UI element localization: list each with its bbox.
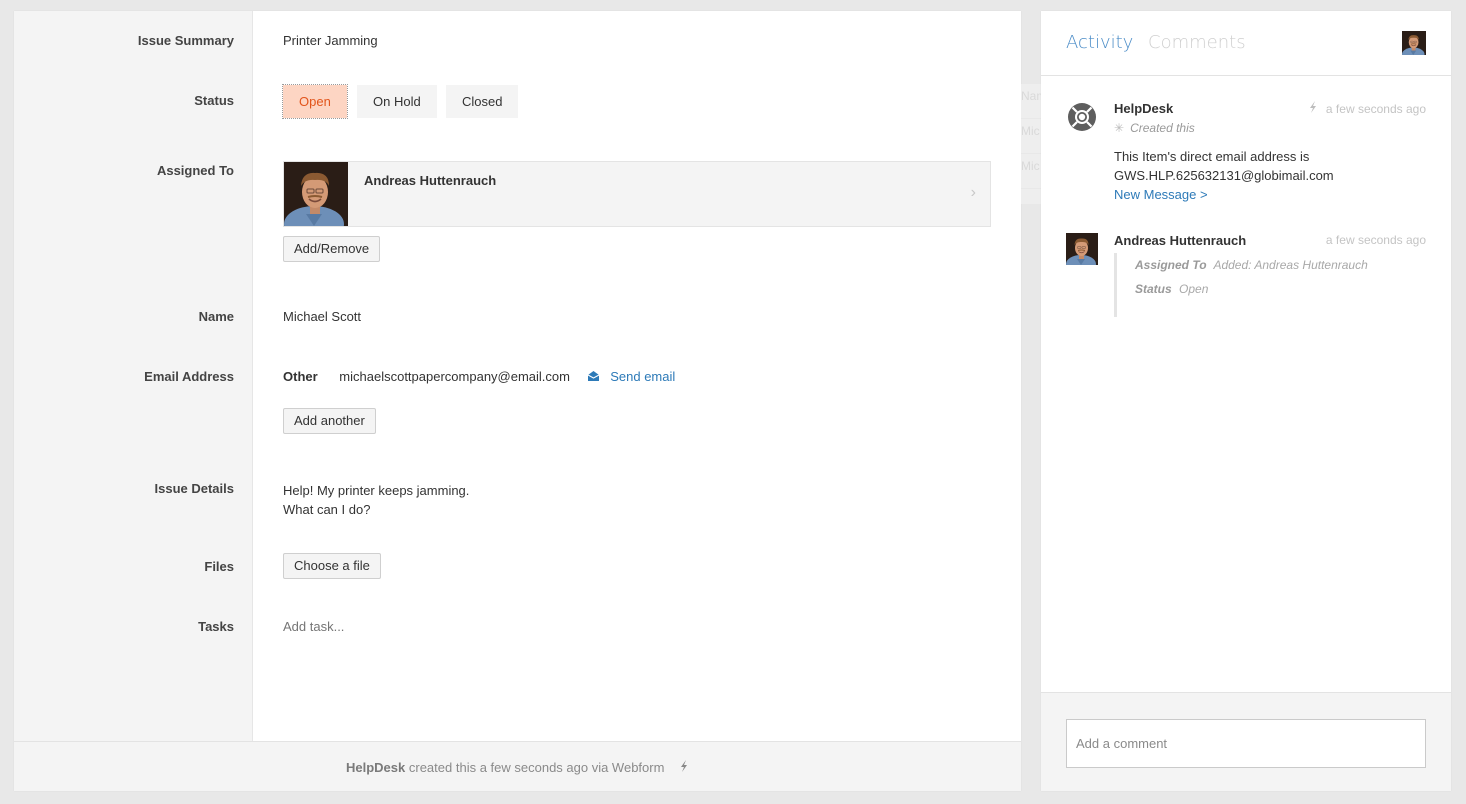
issue-summary-label: Issue Summary bbox=[137, 33, 234, 48]
activity-changes: Assigned To Added: Andreas Huttenrauch S… bbox=[1114, 253, 1414, 317]
name-value[interactable]: Michael Scott bbox=[283, 309, 361, 324]
field-labels-column: Issue Summary Status Assigned To Name Em… bbox=[14, 11, 253, 741]
change-field: Status bbox=[1135, 282, 1172, 296]
assigned-to-label: Assigned To bbox=[156, 163, 234, 178]
files-label: Files bbox=[204, 559, 234, 574]
issue-details-label: Issue Details bbox=[154, 481, 235, 496]
status-closed-button[interactable]: Closed bbox=[446, 85, 519, 118]
issue-details-value[interactable]: Help! My printer keeps jamming. What can… bbox=[283, 481, 469, 519]
activity-author: Andreas Huttenrauch bbox=[1114, 233, 1247, 248]
change-value: Open bbox=[1179, 282, 1209, 296]
current-user-avatar[interactable] bbox=[1402, 31, 1426, 55]
activity-message-line: This Item's direct email address is bbox=[1114, 149, 1310, 164]
ghost-row: Nam bbox=[1021, 84, 1041, 119]
envelope-open-icon bbox=[587, 371, 599, 384]
status-label: Status bbox=[194, 93, 234, 108]
change-row: Status Open bbox=[1135, 277, 1414, 301]
tab-comments[interactable]: Comments bbox=[1148, 32, 1246, 53]
activity-action: ✳ Created this bbox=[1114, 121, 1195, 135]
ghost-row: Mic bbox=[1021, 154, 1041, 189]
tab-activity[interactable]: Activity bbox=[1066, 32, 1133, 53]
name-label: Name bbox=[198, 309, 234, 324]
activity-item: HelpDesk a few seconds ago ✳ Created this… bbox=[1066, 101, 1426, 211]
add-comment-input[interactable] bbox=[1066, 719, 1426, 768]
chevron-right-icon: › bbox=[970, 184, 976, 201]
assignee-name: Andreas Huttenrauch bbox=[364, 173, 497, 188]
lightning-icon bbox=[1309, 101, 1320, 116]
email-value[interactable]: michaelscottpapercompany@email.com bbox=[339, 369, 570, 384]
change-value: Added: Andreas Huttenrauch bbox=[1213, 258, 1368, 272]
footer-description: created this a few seconds ago via Webfo… bbox=[408, 760, 665, 775]
lifebuoy-icon bbox=[1066, 101, 1098, 133]
email-address-label: Email Address bbox=[144, 369, 234, 384]
ghost-row: Mic bbox=[1021, 119, 1041, 154]
panel-header: Activity Comments bbox=[1041, 11, 1451, 76]
tasks-label: Tasks bbox=[198, 619, 234, 634]
email-row: Other michaelscottpapercompany@email.com… bbox=[283, 369, 675, 384]
activity-time: a few seconds ago bbox=[1325, 233, 1426, 247]
new-message-link[interactable]: New Message > bbox=[1114, 187, 1208, 202]
activity-message: This Item's direct email address is GWS.… bbox=[1114, 147, 1334, 204]
lightning-icon bbox=[680, 760, 688, 775]
background-list-peek: Nam Mic Mic bbox=[1021, 84, 1041, 204]
activity-item: Andreas Huttenrauch a few seconds ago As… bbox=[1066, 233, 1426, 323]
footer-author: HelpDesk bbox=[346, 760, 406, 775]
email-type: Other bbox=[283, 369, 318, 384]
status-open-button[interactable]: Open bbox=[282, 84, 348, 119]
activity-time-text: a few seconds ago bbox=[1325, 102, 1426, 116]
change-field: Assigned To bbox=[1135, 258, 1207, 272]
change-row: Assigned To Added: Andreas Huttenrauch bbox=[1135, 253, 1414, 277]
created-by-text: HelpDesk created this a few seconds ago … bbox=[346, 760, 688, 775]
send-email-link[interactable]: Send email bbox=[610, 369, 675, 384]
assignee-avatar bbox=[284, 162, 348, 226]
sparkle-icon: ✳ bbox=[1114, 121, 1125, 135]
add-task-input[interactable] bbox=[283, 619, 583, 634]
issue-details-line: What can I do? bbox=[283, 502, 371, 517]
add-another-email-button[interactable]: Add another bbox=[283, 408, 376, 434]
activity-time: a few seconds ago bbox=[1309, 101, 1426, 116]
form-footer: HelpDesk created this a few seconds ago … bbox=[14, 741, 1021, 791]
issue-form-card: Issue Summary Status Assigned To Name Em… bbox=[14, 11, 1021, 791]
andreas-avatar bbox=[1066, 233, 1098, 265]
assignee-card[interactable]: Andreas Huttenrauch › bbox=[283, 161, 991, 227]
comment-area bbox=[1041, 692, 1451, 791]
activity-message-line: GWS.HLP.625632131@globimail.com bbox=[1114, 168, 1334, 183]
activity-panel: Activity Comments HelpDesk a few seconds… bbox=[1041, 11, 1451, 791]
issue-summary-value[interactable]: Printer Jamming bbox=[283, 33, 378, 48]
activity-author: HelpDesk bbox=[1114, 101, 1174, 116]
add-remove-button[interactable]: Add/Remove bbox=[283, 236, 381, 262]
issue-details-line: Help! My printer keeps jamming. bbox=[283, 483, 470, 498]
choose-file-button[interactable]: Choose a file bbox=[283, 553, 381, 579]
status-on-hold-button[interactable]: On Hold bbox=[357, 85, 437, 118]
activity-action-text: Created this bbox=[1130, 121, 1195, 135]
